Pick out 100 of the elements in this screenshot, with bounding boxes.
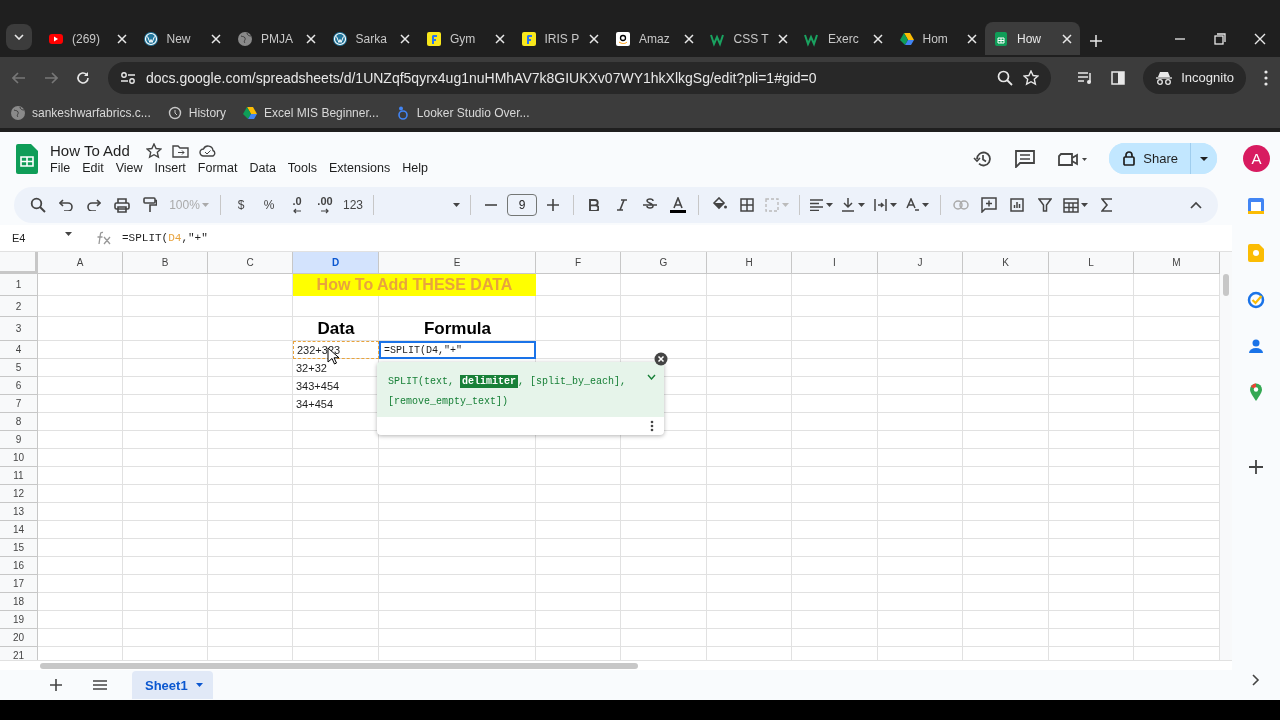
calendar-icon[interactable]	[1247, 197, 1265, 215]
column-header[interactable]: A	[38, 252, 123, 274]
row-header[interactable]: 14	[0, 521, 38, 539]
row-header[interactable]: 4	[0, 341, 38, 359]
column-header[interactable]: K	[963, 252, 1049, 274]
column-header[interactable]: J	[878, 252, 963, 274]
row-header[interactable]: 12	[0, 485, 38, 503]
share-button[interactable]: Share	[1109, 143, 1191, 174]
new-tab-icon[interactable]	[1089, 35, 1102, 47]
expand-icon[interactable]	[1252, 674, 1260, 686]
row-header[interactable]: 5	[0, 359, 38, 377]
scrollbar-thumb[interactable]	[1223, 274, 1229, 296]
increase-decimal-button[interactable]: .00	[313, 192, 337, 218]
browser-tab[interactable]: Amaz	[607, 22, 702, 55]
row-header[interactable]: 17	[0, 575, 38, 593]
column-header[interactable]: I	[792, 252, 878, 274]
close-icon[interactable]	[683, 33, 694, 44]
browser-tab[interactable]: Exerc	[796, 22, 891, 55]
folder-icon[interactable]	[171, 143, 189, 158]
side-panel-icon[interactable]	[1111, 70, 1126, 85]
row-header[interactable]: 11	[0, 467, 38, 485]
menu-item[interactable]: Format	[197, 161, 244, 175]
menu-item[interactable]: Extensions	[329, 161, 397, 175]
reload-icon[interactable]	[76, 70, 90, 85]
close-icon[interactable]	[872, 33, 883, 44]
close-icon[interactable]	[778, 33, 788, 44]
close-icon[interactable]	[494, 33, 505, 44]
tab-list-button[interactable]	[6, 24, 32, 50]
tasks-icon[interactable]	[1247, 291, 1265, 309]
row-header[interactable]: 3	[0, 317, 38, 341]
row-header[interactable]: 15	[0, 539, 38, 557]
row-header[interactable]: 13	[0, 503, 38, 521]
close-icon[interactable]	[1254, 33, 1266, 45]
media-icon[interactable]	[1077, 70, 1094, 85]
currency-button[interactable]: $	[229, 192, 253, 218]
account-avatar[interactable]: A	[1243, 145, 1270, 172]
column-header[interactable]: L	[1049, 252, 1134, 274]
close-icon[interactable]	[589, 33, 599, 44]
row-header[interactable]: 18	[0, 593, 38, 611]
close-icon[interactable]	[400, 33, 410, 44]
row-header[interactable]: 21	[0, 647, 38, 660]
decrease-decimal-button[interactable]: .0	[285, 192, 309, 218]
browser-tab[interactable]: PMJA	[229, 22, 324, 55]
bookmark[interactable]: sankeshwarfabrics.c...	[10, 105, 151, 121]
row-header[interactable]: 16	[0, 557, 38, 575]
column-header[interactable]: E	[379, 252, 536, 274]
column-header[interactable]: F	[536, 252, 621, 274]
row-header[interactable]: 7	[0, 395, 38, 413]
browser-tab[interactable]: Gym	[418, 22, 513, 55]
cell-editor[interactable]: =SPLIT(D4,"+"	[379, 341, 536, 359]
close-icon[interactable]	[305, 33, 316, 44]
row-header[interactable]: 8	[0, 413, 38, 431]
restore-icon[interactable]	[1214, 33, 1226, 45]
incognito-button[interactable]: Incognito	[1143, 61, 1246, 94]
menu-item[interactable]: Data	[249, 161, 282, 175]
bookmark[interactable]: Looker Studio Over...	[394, 105, 530, 121]
menu-item[interactable]: Insert	[154, 161, 192, 175]
close-icon[interactable]	[116, 33, 127, 44]
close-icon[interactable]	[1061, 33, 1072, 44]
menu-item[interactable]: Tools	[287, 161, 324, 175]
menu-item[interactable]: Help	[402, 161, 434, 175]
zoom-icon[interactable]	[997, 69, 1014, 86]
browser-tab[interactable]: New	[134, 22, 229, 55]
row-header[interactable]: 6	[0, 377, 38, 395]
browser-tab[interactable]: Sarka	[323, 22, 418, 55]
row-header[interactable]: 1	[0, 274, 38, 296]
video-call-icon[interactable]	[1057, 150, 1088, 167]
column-header[interactable]: G	[621, 252, 707, 274]
more-icon[interactable]	[650, 420, 654, 432]
address-bar[interactable]: docs.google.com/spreadsheets/d/1UNZqf5qyrx4ug1nuHMhAV7k8GIUKXv07WY1hkXlkgSg/edit?pli=1#gid=0	[108, 61, 1052, 94]
row-header[interactable]: 19	[0, 611, 38, 629]
bookmark[interactable]: History	[166, 105, 227, 121]
close-icon[interactable]	[211, 33, 221, 44]
browser-tab[interactable]: Hom	[890, 22, 985, 55]
back-icon[interactable]	[12, 71, 26, 84]
row-header[interactable]: 2	[0, 296, 38, 317]
column-header[interactable]: H	[707, 252, 792, 274]
font-size-field[interactable]: 9	[507, 194, 538, 216]
close-icon[interactable]	[654, 352, 668, 366]
comment-icon[interactable]	[1015, 149, 1036, 168]
close-icon[interactable]	[967, 33, 977, 44]
browser-tab[interactable]: (269)	[40, 22, 135, 55]
browser-tab[interactable]: IRIS P	[512, 22, 607, 55]
column-header[interactable]: B	[123, 252, 208, 274]
plus-icon[interactable]	[1249, 460, 1263, 474]
column-header[interactable]: C	[208, 252, 293, 274]
name-box[interactable]: E4	[12, 232, 72, 244]
chevron-down-icon[interactable]	[647, 374, 656, 380]
number-format-button[interactable]: 123	[341, 192, 366, 218]
site-settings-icon[interactable]	[120, 70, 136, 85]
browser-tab[interactable]: CSS T	[701, 22, 796, 55]
percent-button[interactable]: %	[257, 192, 281, 218]
column-header[interactable]: M	[1134, 252, 1220, 274]
scrollbar-thumb[interactable]	[40, 663, 638, 669]
more-icon[interactable]	[1264, 69, 1268, 86]
column-header[interactable]: D	[293, 252, 379, 274]
menu-item[interactable]: View	[115, 161, 149, 175]
cloud-icon[interactable]	[198, 144, 217, 157]
contacts-icon[interactable]	[1248, 338, 1264, 354]
browser-tab[interactable]: How	[985, 22, 1080, 55]
